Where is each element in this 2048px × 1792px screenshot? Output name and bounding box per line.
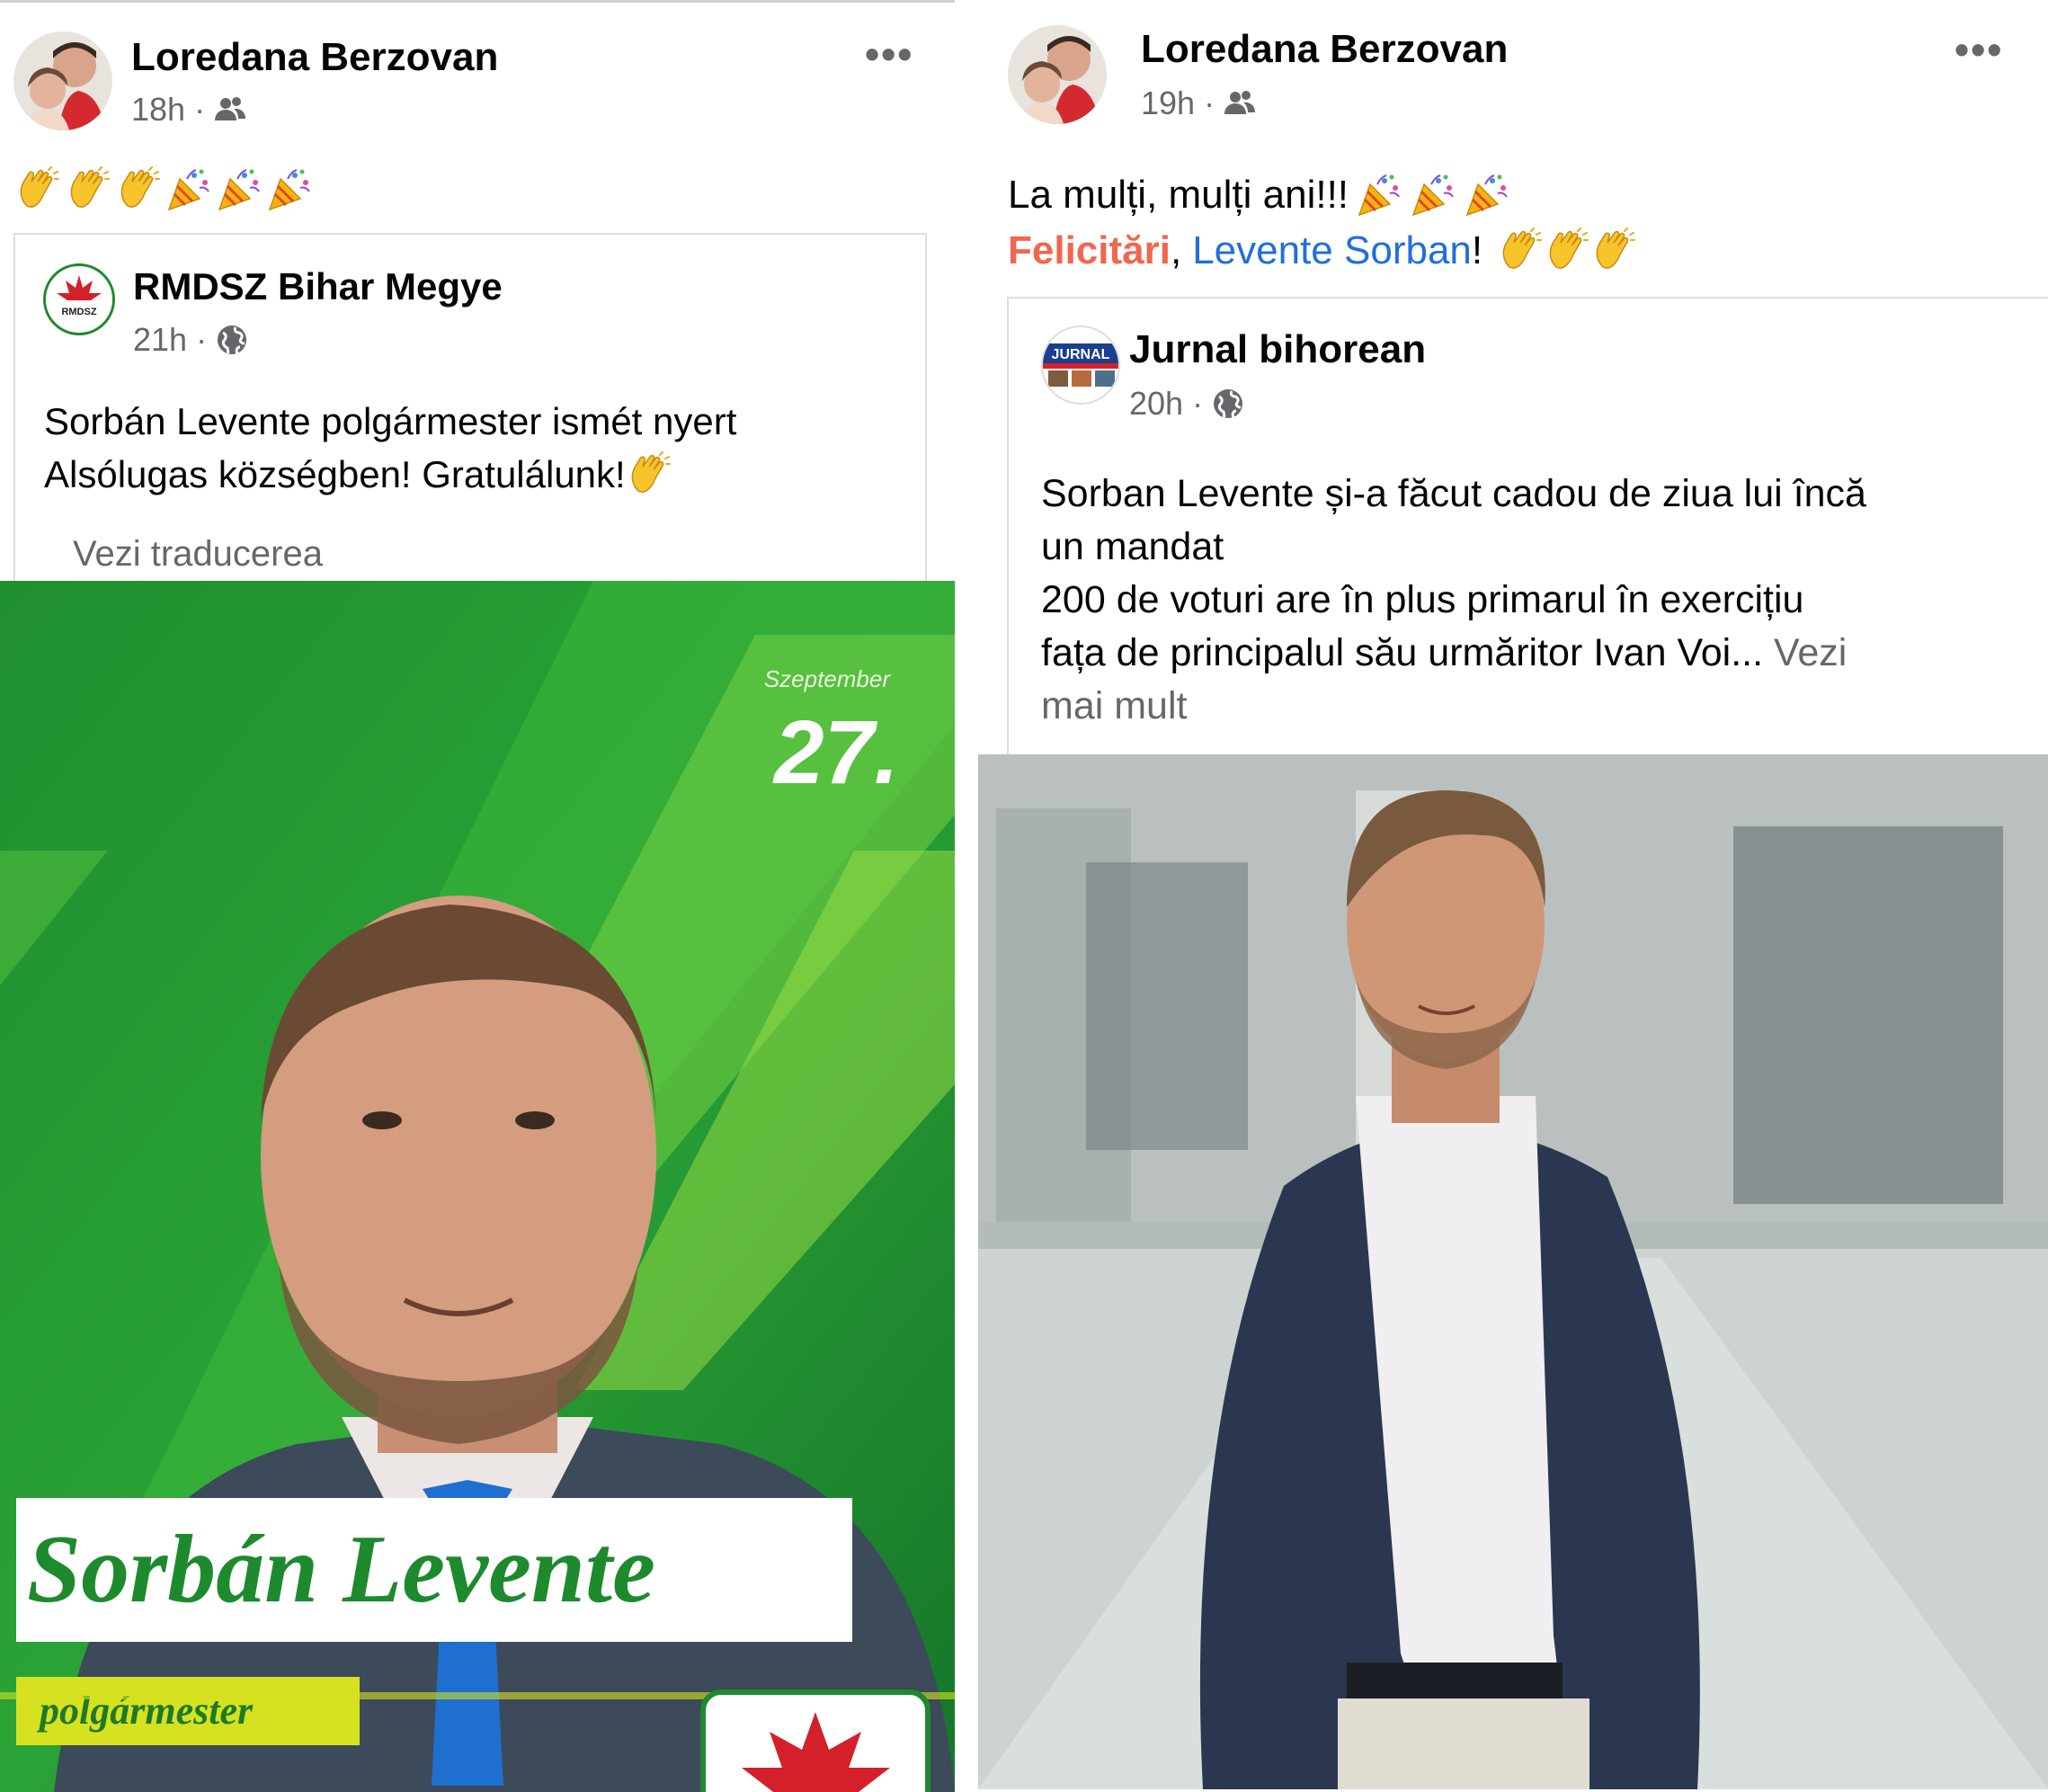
shared-post-meta: 20h · bbox=[1129, 385, 1244, 423]
see-more-link[interactable]: Vezi bbox=[1774, 631, 1847, 674]
shared-post-time[interactable]: 20h bbox=[1129, 385, 1183, 423]
post-meta: 19h · bbox=[1141, 85, 1256, 122]
shared-page-name[interactable]: RMDSZ Bihar Megye bbox=[133, 265, 503, 308]
party-popper-emoji-icon bbox=[1464, 172, 1510, 218]
shared-text-line: un mandat bbox=[1041, 525, 1224, 568]
globe-icon bbox=[1212, 388, 1244, 420]
panel-divider bbox=[955, 0, 978, 1789]
mention-levente-sorban[interactable]: Levente Sorban bbox=[1192, 223, 1472, 279]
candidate-photo-image[interactable] bbox=[978, 754, 2048, 1789]
clap-emoji-icon bbox=[1590, 227, 1637, 274]
page-logo[interactable]: RMDSZ bbox=[43, 263, 115, 335]
page-logo-text: RMDSZ bbox=[61, 307, 96, 317]
more-options-icon[interactable]: ••• bbox=[1955, 25, 2003, 74]
shared-post-text: Sorbán Levente polgármester ismét nyert … bbox=[44, 395, 736, 501]
see-translation-link[interactable]: Vezi traducerea bbox=[73, 528, 323, 581]
campaign-poster-image[interactable]: Szeptember 27. Sorbán Levente polgármest… bbox=[0, 581, 955, 1792]
post-meta: 18h · bbox=[131, 91, 246, 129]
post-text: La mulți, mulți ani!!! Felicitări , Leve… bbox=[1008, 167, 1637, 279]
separator-dot: · bbox=[1204, 85, 1215, 121]
left-post: Loredana Berzovan 18h · ••• RMDSZ RMDSZ … bbox=[0, 0, 955, 1792]
shared-post-time[interactable]: 21h bbox=[133, 321, 187, 359]
more-options-icon[interactable]: ••• bbox=[865, 30, 913, 78]
post-time[interactable]: 19h bbox=[1141, 85, 1195, 122]
shared-text-line: Sorbán Levente polgármester ismét nyert bbox=[44, 400, 737, 442]
shared-text-line: Alsólugas községben! Gratulálunk! bbox=[44, 453, 626, 495]
poster-date-label: Szeptember bbox=[764, 665, 892, 692]
shared-text-line: 200 de voturi are în plus primarul în ex… bbox=[1041, 578, 1804, 621]
author-avatar[interactable] bbox=[13, 31, 112, 130]
friends-icon bbox=[214, 94, 246, 126]
party-popper-emoji-icon bbox=[1356, 172, 1402, 218]
clap-emoji-icon bbox=[65, 166, 111, 213]
clap-emoji-icon bbox=[1544, 227, 1590, 274]
poster-date-number: 27. bbox=[772, 702, 899, 803]
shared-post-meta: 21h · bbox=[133, 321, 248, 359]
shared-text-line: fața de principalul său urmăritor Ivan V… bbox=[1041, 631, 1764, 674]
separator-dot: · bbox=[196, 321, 208, 358]
party-popper-emoji-icon bbox=[1410, 172, 1456, 218]
shared-post-text: Sorban Levente și-a făcut cadou de ziua … bbox=[1041, 468, 1866, 733]
friends-icon bbox=[1224, 87, 1256, 120]
post-text-line: La mulți, mulți ani!!! bbox=[1008, 173, 1349, 217]
clap-emoji-icon bbox=[115, 166, 162, 213]
shared-post-card[interactable]: JURNAL Jurnal bihorean 20h · Sorban Leve… bbox=[1007, 297, 2048, 757]
hashtag-felicitari[interactable]: Felicitări bbox=[1008, 223, 1171, 279]
poster-candidate-name: Sorbán Levente bbox=[27, 1516, 655, 1623]
clap-emoji-icon bbox=[626, 451, 672, 498]
shared-text-line: Sorban Levente și-a făcut cadou de ziua … bbox=[1041, 472, 1866, 515]
post-time[interactable]: 18h bbox=[131, 91, 185, 129]
exclamation-text: ! bbox=[1471, 228, 1483, 272]
clap-emoji-icon bbox=[1497, 227, 1544, 274]
shared-page-name[interactable]: Jurnal bihorean bbox=[1129, 327, 1426, 372]
right-post: Loredana Berzovan 19h · ••• La mulți, mu… bbox=[978, 0, 2048, 1789]
separator-dot: · bbox=[1192, 385, 1204, 422]
party-popper-emoji-icon bbox=[216, 166, 263, 213]
author-name[interactable]: Loredana Berzovan bbox=[131, 35, 498, 80]
see-more-link-cont[interactable]: mai mult bbox=[1041, 680, 1866, 733]
clap-emoji-icon bbox=[14, 166, 61, 213]
comma-text: , bbox=[1170, 228, 1182, 272]
emoji-row bbox=[14, 166, 313, 213]
page-logo[interactable]: JURNAL bbox=[1041, 325, 1120, 405]
party-popper-emoji-icon bbox=[266, 166, 313, 213]
party-popper-emoji-icon bbox=[165, 166, 212, 213]
globe-icon bbox=[216, 324, 248, 356]
page-logo-text: JURNAL bbox=[1052, 347, 1110, 362]
separator-dot: · bbox=[194, 91, 206, 128]
author-avatar[interactable] bbox=[1008, 25, 1107, 124]
shared-post-card[interactable]: RMDSZ RMDSZ Bihar Megye 21h · Sorbán Lev… bbox=[13, 233, 927, 585]
author-name[interactable]: Loredana Berzovan bbox=[1141, 27, 1508, 72]
